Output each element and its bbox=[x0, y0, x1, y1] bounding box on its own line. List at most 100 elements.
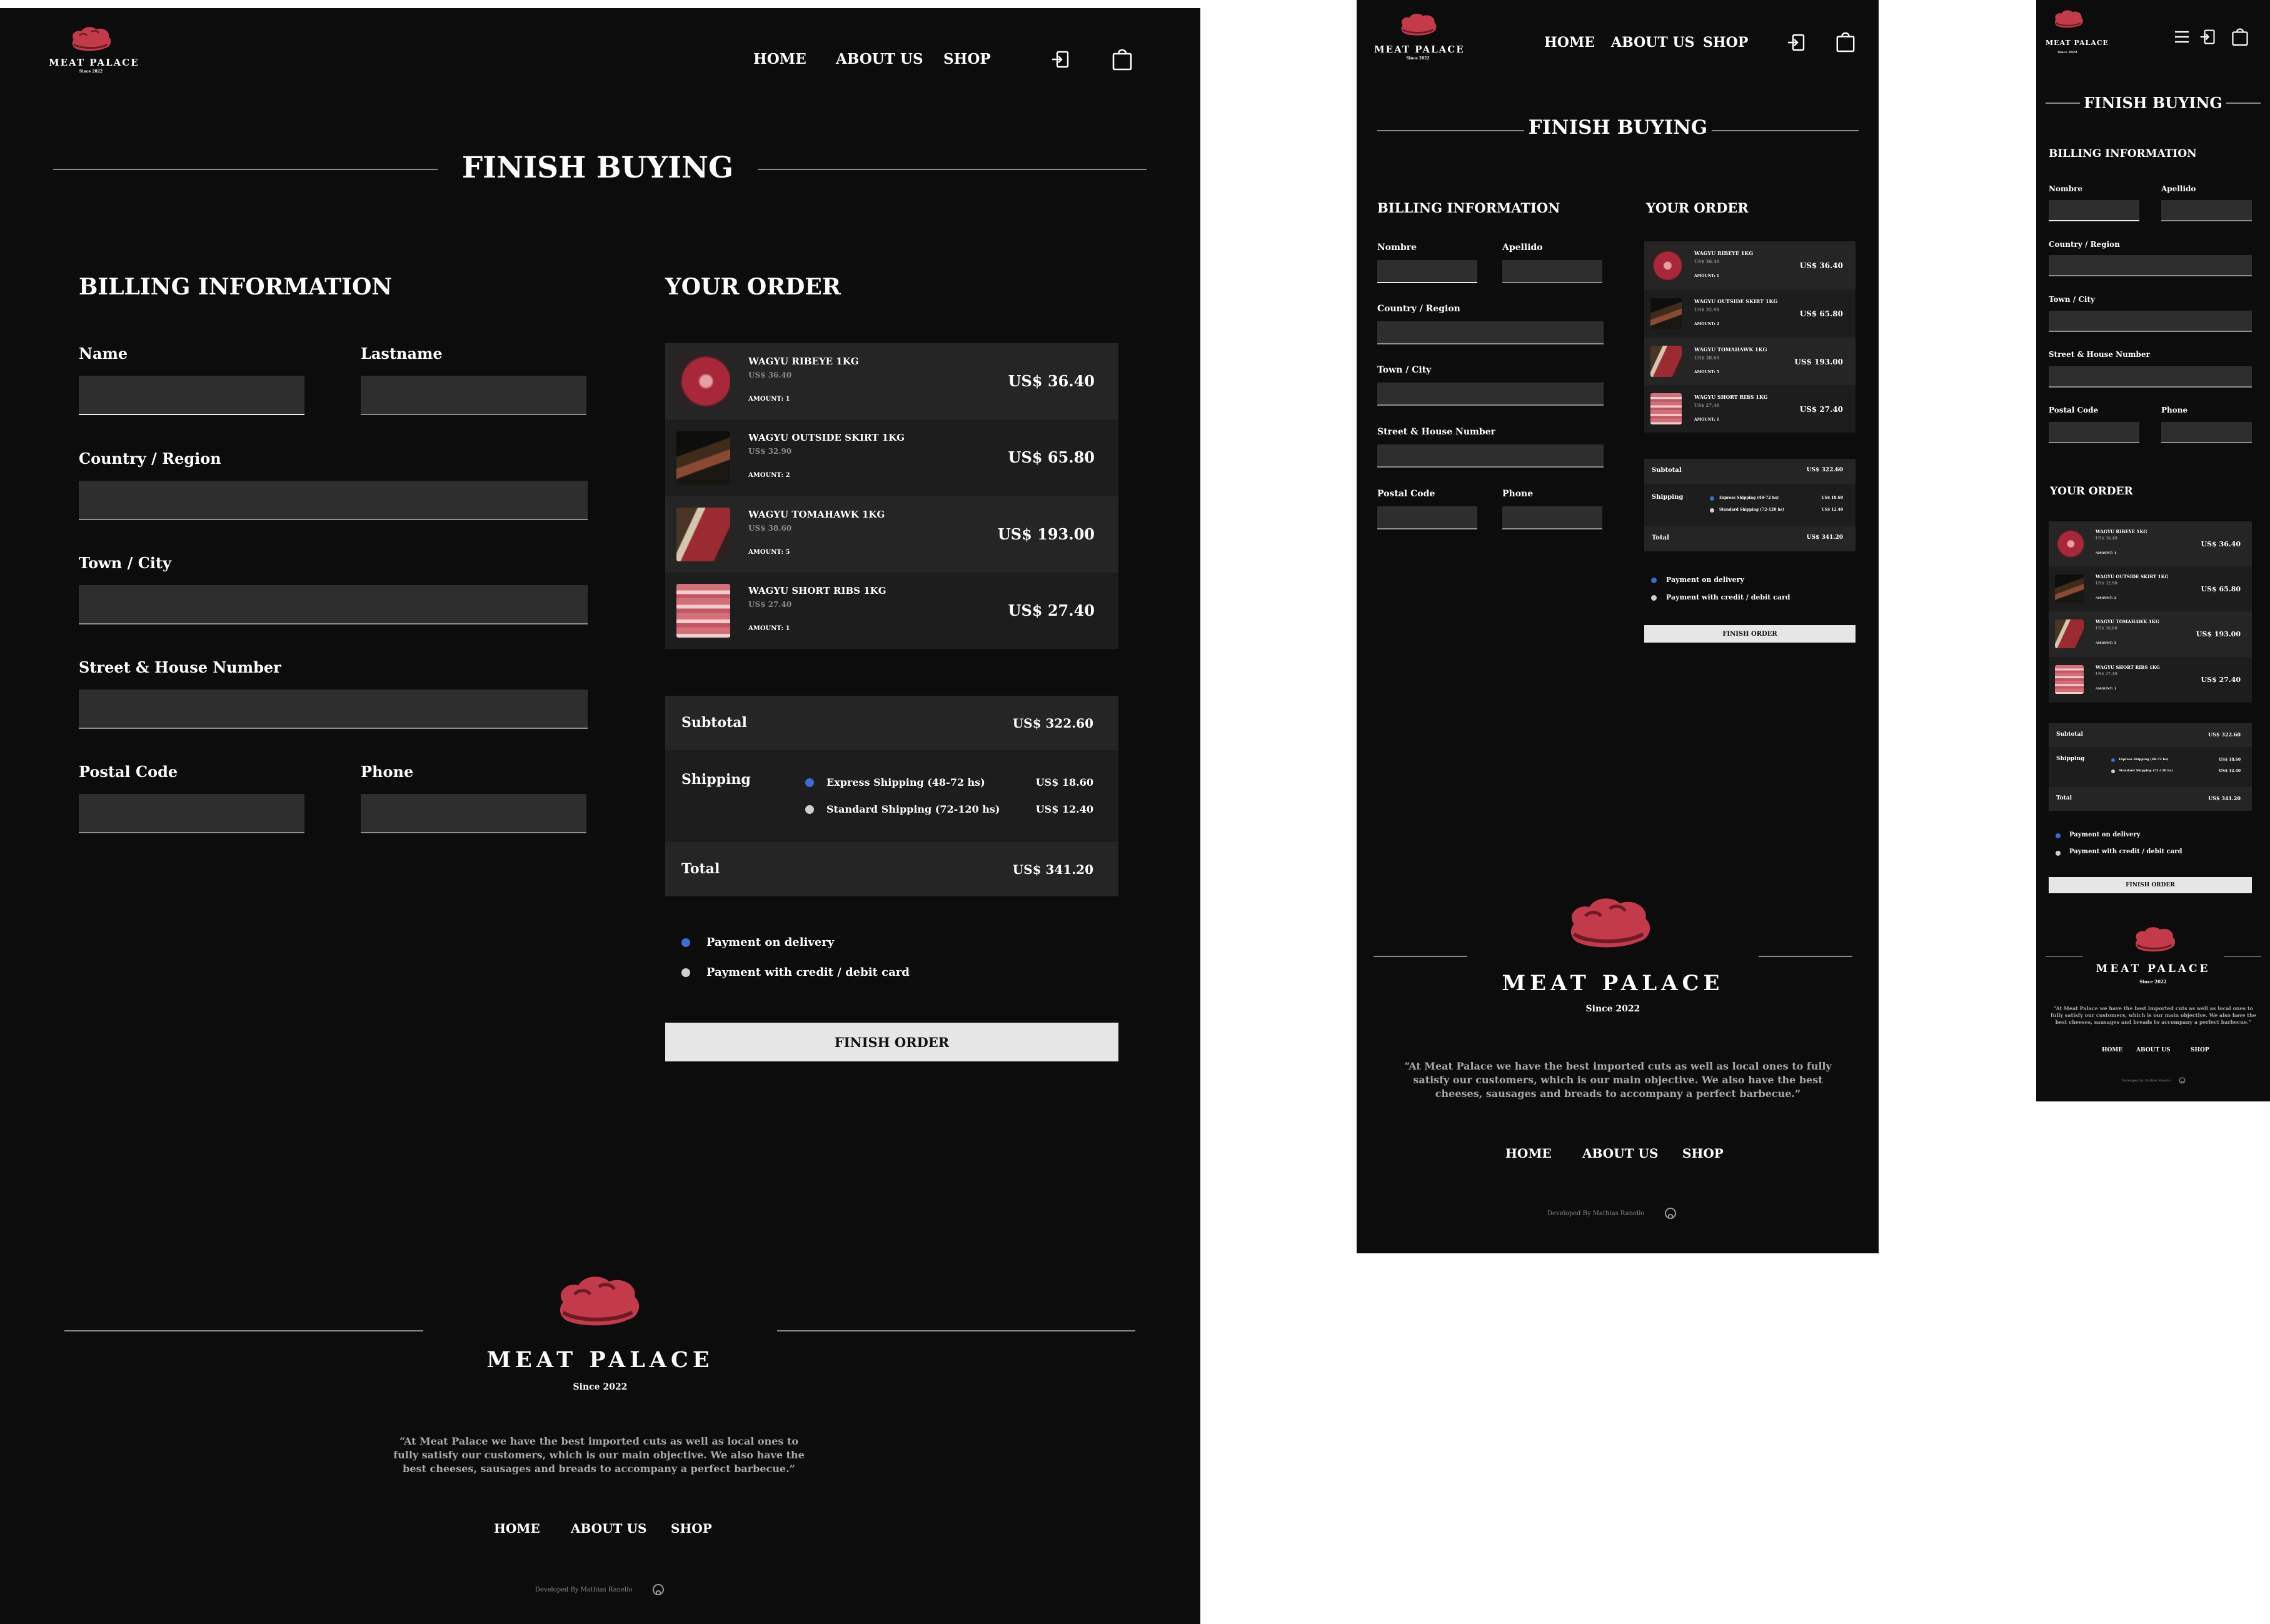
shopping-bag-icon[interactable] bbox=[2231, 26, 2249, 47]
finish-order-button[interactable]: FINISH ORDER bbox=[2049, 877, 2252, 893]
standard-shipping-label[interactable]: Standard Shipping (72-120 hs) bbox=[826, 803, 1000, 815]
postal-code-input[interactable] bbox=[79, 794, 304, 833]
express-shipping-label[interactable]: Express Shipping (48-72 hs) bbox=[1719, 496, 1779, 500]
brand-logo[interactable]: MEAT PALACE Since 2022 bbox=[1374, 13, 1464, 69]
item-amount: AMOUNT: 5 bbox=[748, 549, 790, 556]
country-input[interactable] bbox=[2049, 255, 2252, 276]
item-unit-price: US$ 32.90 bbox=[1694, 307, 1720, 313]
footer-credit: Developed By Mathias Ranello bbox=[1547, 1210, 1645, 1217]
payment-delivery-radio[interactable] bbox=[2056, 833, 2061, 838]
shopping-bag-icon[interactable] bbox=[1112, 46, 1133, 71]
payment-card-label[interactable]: Payment with credit / debit card bbox=[706, 966, 910, 979]
finish-order-button[interactable]: FINISH ORDER bbox=[1644, 625, 1856, 643]
payment-delivery-label[interactable]: Payment on delivery bbox=[1666, 576, 1744, 584]
phone-label: Phone bbox=[361, 763, 414, 781]
street-input[interactable] bbox=[1377, 444, 1604, 468]
first-name-input[interactable] bbox=[79, 376, 304, 415]
footer-nav-about-us[interactable]: ABOUT US bbox=[1582, 1146, 1658, 1161]
item-total: US$ 193.00 bbox=[2196, 630, 2241, 638]
item-amount: AMOUNT: 5 bbox=[2096, 641, 2117, 645]
login-icon[interactable] bbox=[1050, 49, 1070, 69]
express-shipping-label[interactable]: Express Shipping (48-72 hs) bbox=[2119, 758, 2168, 761]
github-icon[interactable] bbox=[2179, 1077, 2186, 1084]
shopping-bag-icon[interactable] bbox=[1836, 29, 1856, 53]
nav-home[interactable]: HOME bbox=[1544, 34, 1595, 51]
payment-card-radio[interactable] bbox=[681, 968, 690, 977]
footer-nav-about-us[interactable]: ABOUT US bbox=[571, 1521, 646, 1536]
item-name: WAGYU TOMAHAWK 1KG bbox=[1694, 346, 1767, 353]
brand-logo[interactable]: MEAT PALACE Since 2022 bbox=[2046, 9, 2109, 59]
nav-home[interactable]: HOME bbox=[753, 51, 806, 68]
item-total: US$ 36.40 bbox=[1799, 261, 1843, 270]
item-amount: AMOUNT: 1 bbox=[2096, 687, 2117, 691]
shipping-label: Shipping bbox=[2056, 756, 2085, 762]
subtotal-value: US$ 322.60 bbox=[2208, 731, 2241, 738]
street-input[interactable] bbox=[2049, 366, 2252, 388]
login-icon[interactable] bbox=[1786, 33, 1806, 53]
subtotal-row: Subtotal US$ 322.60 bbox=[2049, 723, 2252, 747]
street-input[interactable] bbox=[79, 689, 588, 729]
footer-nav-shop[interactable]: SHOP bbox=[1682, 1146, 1724, 1161]
brand-since: Since 2022 bbox=[1406, 56, 1430, 61]
standard-shipping-radio[interactable] bbox=[805, 805, 814, 814]
city-input[interactable] bbox=[1377, 383, 1604, 406]
payment-card-radio[interactable] bbox=[1651, 595, 1657, 601]
last-name-input[interactable] bbox=[361, 376, 586, 415]
desktop-view: MEAT PALACE Since 2022 HOME ABOUT US SHO… bbox=[0, 8, 1200, 1624]
nav-shop[interactable]: SHOP bbox=[943, 51, 991, 68]
footer-divider-right bbox=[1759, 956, 1852, 957]
payment-card-radio[interactable] bbox=[2056, 851, 2061, 856]
nav-about-us[interactable]: ABOUT US bbox=[1611, 34, 1695, 51]
city-input[interactable] bbox=[2049, 311, 2252, 332]
express-shipping-radio[interactable] bbox=[1710, 496, 1714, 501]
standard-shipping-label[interactable]: Standard Shipping (72-120 hs) bbox=[1719, 508, 1784, 512]
postal-code-label: Postal Code bbox=[1377, 489, 1435, 499]
phone-input[interactable] bbox=[1502, 506, 1602, 529]
standard-shipping-radio[interactable] bbox=[2111, 769, 2115, 773]
footer-nav-about-us[interactable]: ABOUT US bbox=[2136, 1047, 2171, 1053]
item-amount: AMOUNT: 1 bbox=[748, 396, 790, 403]
footer-brand-name: MEAT PALACE bbox=[1502, 971, 1724, 996]
github-icon[interactable] bbox=[1664, 1207, 1677, 1220]
payment-delivery-label[interactable]: Payment on delivery bbox=[2069, 831, 2140, 838]
payment-delivery-radio[interactable] bbox=[681, 938, 690, 947]
postal-code-input[interactable] bbox=[2049, 422, 2139, 443]
payment-card-label[interactable]: Payment with credit / debit card bbox=[1666, 593, 1790, 601]
payment-card-label[interactable]: Payment with credit / debit card bbox=[2069, 848, 2182, 855]
last-name-input[interactable] bbox=[1502, 260, 1602, 283]
first-name-input[interactable] bbox=[2049, 200, 2139, 221]
footer-nav-shop[interactable]: SHOP bbox=[2191, 1047, 2209, 1053]
nav-shop[interactable]: SHOP bbox=[1703, 34, 1748, 51]
login-icon[interactable] bbox=[2199, 28, 2216, 46]
phone-input[interactable] bbox=[2161, 422, 2252, 443]
country-input[interactable] bbox=[79, 481, 588, 520]
express-shipping-radio[interactable] bbox=[805, 778, 814, 787]
hamburger-menu-icon[interactable] bbox=[2174, 29, 2190, 44]
express-shipping-label[interactable]: Express Shipping (48-72 hs) bbox=[826, 776, 985, 788]
footer-nav-home[interactable]: HOME bbox=[1505, 1146, 1552, 1161]
finish-order-button[interactable]: FINISH ORDER bbox=[665, 1023, 1118, 1061]
country-input[interactable] bbox=[1377, 321, 1604, 344]
standard-shipping-label[interactable]: Standard Shipping (72-120 hs) bbox=[2119, 769, 2173, 773]
last-name-input[interactable] bbox=[2161, 200, 2252, 221]
github-icon[interactable] bbox=[652, 1583, 665, 1596]
item-name: WAGYU TOMAHAWK 1KG bbox=[2096, 619, 2159, 624]
brand-logo[interactable]: MEAT PALACE Since 2022 bbox=[49, 26, 138, 85]
standard-shipping-radio[interactable] bbox=[1710, 508, 1714, 513]
express-shipping-radio[interactable] bbox=[2111, 758, 2115, 762]
brand-since: Since 2022 bbox=[79, 69, 103, 74]
footer-nav-home[interactable]: HOME bbox=[494, 1521, 540, 1536]
item-unit-price: US$ 27.40 bbox=[748, 600, 792, 609]
payment-delivery-label[interactable]: Payment on delivery bbox=[706, 936, 834, 949]
payment-delivery-radio[interactable] bbox=[1651, 578, 1657, 583]
shipping-row: Shipping Express Shipping (48-72 hs) US$… bbox=[2049, 747, 2252, 787]
city-input[interactable] bbox=[79, 585, 588, 624]
first-name-input[interactable] bbox=[1377, 260, 1477, 283]
footer-nav-shop[interactable]: SHOP bbox=[671, 1521, 712, 1536]
postal-code-input[interactable] bbox=[1377, 506, 1477, 529]
phone-label: Phone bbox=[2161, 406, 2188, 414]
phone-input[interactable] bbox=[361, 794, 586, 833]
brand-name: MEAT PALACE bbox=[2046, 39, 2109, 47]
footer-nav-home[interactable]: HOME bbox=[2102, 1047, 2122, 1053]
nav-about-us[interactable]: ABOUT US bbox=[836, 51, 923, 68]
